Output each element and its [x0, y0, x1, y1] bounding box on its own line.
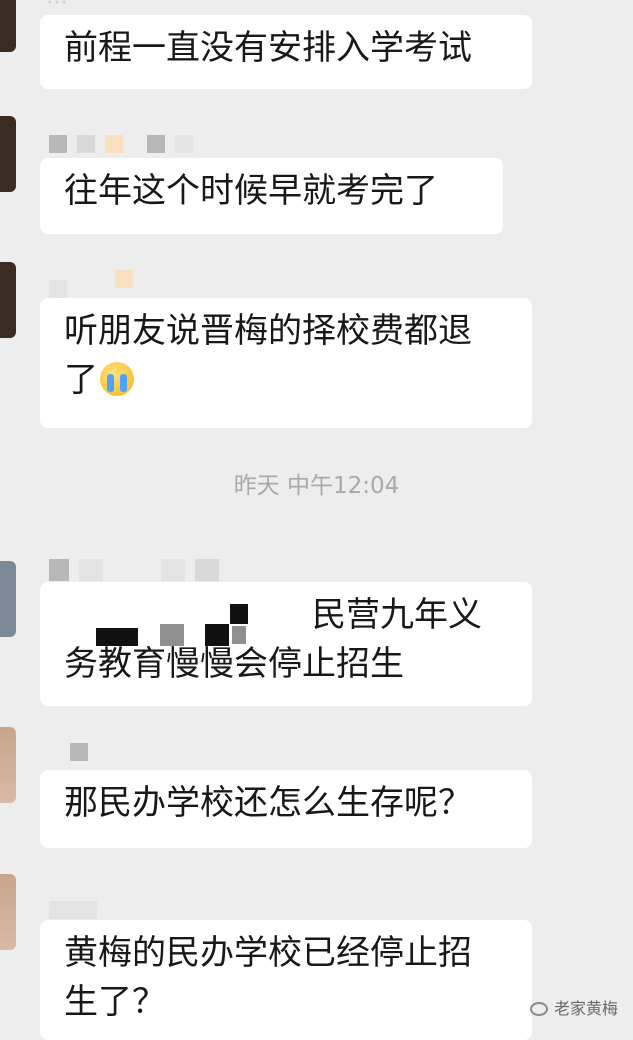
message-bubble[interactable]: 听朋友说晋梅的择校费都退 了: [40, 298, 532, 428]
message-text-line1: 听朋友说晋梅的择校费都退: [64, 311, 472, 351]
message-text: 往年这个时候早就考完了: [64, 171, 438, 211]
message-text-line1: 黄梅的民办学校已经停止招: [64, 933, 472, 973]
sender-name-blurred: [49, 132, 193, 156]
avatar[interactable]: [0, 727, 16, 803]
message-text-line2: 务教育慢慢会停止招生: [64, 644, 404, 684]
sender-name-blurred: [49, 267, 133, 298]
blur-block: [161, 559, 185, 581]
chat-timestamp: 昨天 中午12:04: [233, 473, 400, 499]
blur-block: [105, 135, 123, 153]
avatar[interactable]: [0, 874, 16, 950]
redaction-block: [205, 624, 229, 646]
blur-block: [49, 135, 67, 153]
blur-block: [49, 559, 69, 581]
message-text: 那民办学校还怎么生存呢？: [64, 783, 472, 823]
avatar[interactable]: [0, 116, 16, 192]
blur-block: [49, 901, 97, 919]
avatar[interactable]: [0, 561, 16, 637]
message-bubble[interactable]: 那民办学校还怎么生存呢？: [40, 770, 532, 848]
message-bubble[interactable]: 前程一直没有安排入学考试: [40, 15, 532, 89]
sender-name-blurred: [49, 898, 97, 922]
wechat-logo-icon: [530, 1002, 548, 1016]
message-text-line2: 生了？: [64, 982, 166, 1022]
blur-block: [79, 559, 103, 581]
redaction-block: [96, 628, 138, 646]
message-text: 前程一直没有安排入学考试: [64, 28, 472, 68]
redaction-block: [230, 604, 248, 624]
crying-face-icon: [100, 362, 134, 396]
blur-block: [77, 135, 95, 153]
blur-block: [175, 135, 193, 153]
blur-block: [70, 743, 88, 761]
message-bubble[interactable]: 黄梅的民办学校已经停止招 生了？: [40, 920, 532, 1040]
avatar[interactable]: [0, 0, 16, 52]
message-bubble[interactable]: 往年这个时候早就考完了: [40, 158, 503, 234]
watermark: 老家黄梅: [530, 998, 618, 1020]
blur-block: [195, 559, 219, 581]
cut-off-sender-name: ⋯: [46, 0, 68, 15]
blur-block: [115, 270, 133, 288]
redaction-block: [160, 624, 184, 646]
avatar[interactable]: [0, 262, 16, 338]
blur-block: [49, 280, 67, 298]
watermark-text: 老家黄梅: [554, 999, 619, 1018]
blur-block: [147, 135, 165, 153]
message-text-line2: 了: [64, 356, 508, 405]
sender-name-blurred: [70, 740, 88, 764]
sender-name-blurred: [49, 558, 219, 582]
redaction-block: [232, 626, 246, 644]
